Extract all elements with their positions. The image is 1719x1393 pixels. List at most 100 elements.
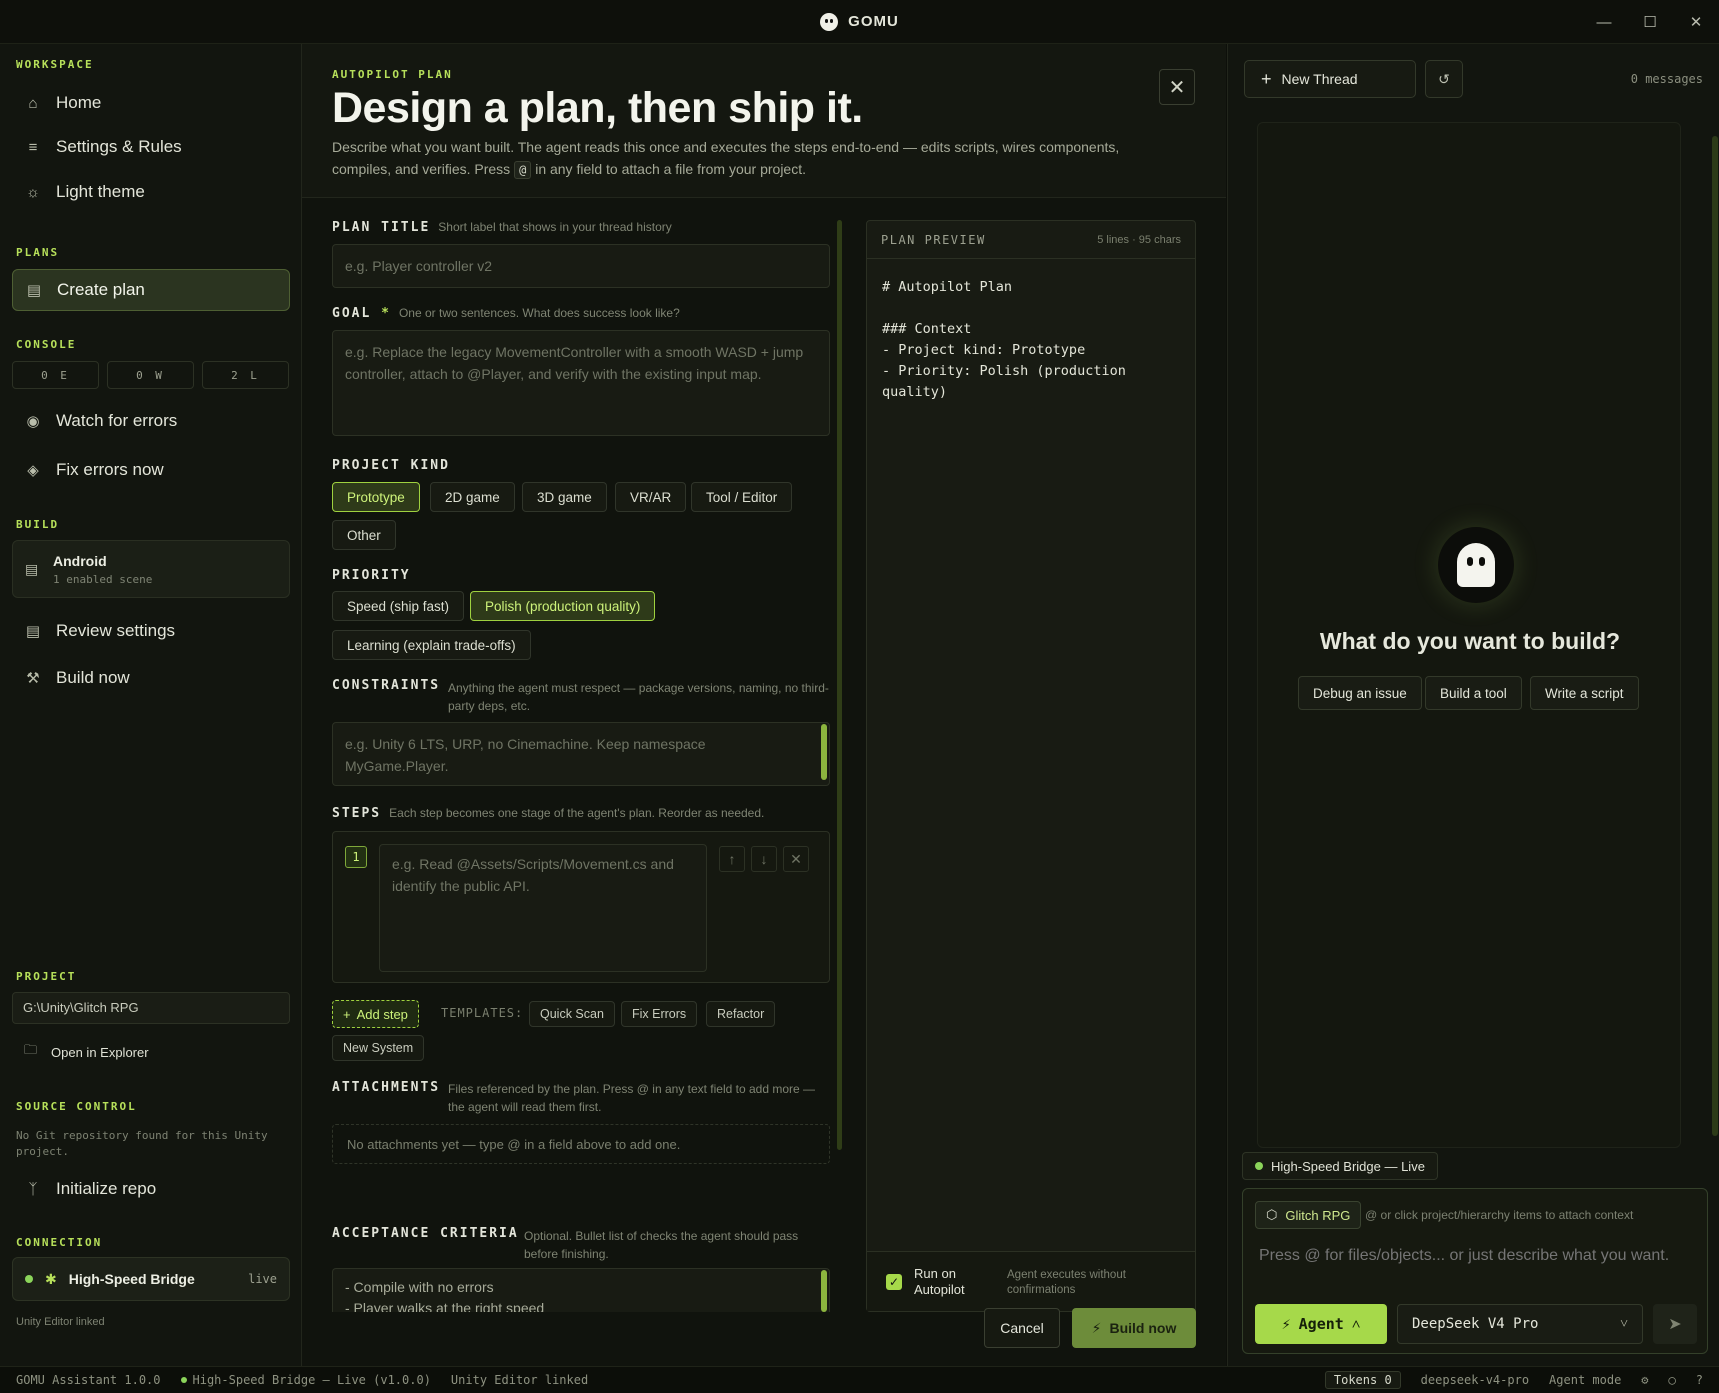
suggestion-debug[interactable]: Debug an issue bbox=[1298, 676, 1422, 710]
autopilot-checkbox[interactable]: ✓ bbox=[886, 1274, 902, 1290]
acceptance-textarea[interactable]: - Compile with no errors - Player walks … bbox=[332, 1268, 830, 1312]
sidebar-item-settings[interactable]: ≡ Settings & Rules bbox=[12, 126, 290, 168]
bridge-status-pill[interactable]: High-Speed Bridge — Live bbox=[1242, 1152, 1438, 1180]
build-now-button[interactable]: ⚡ Build now bbox=[1072, 1308, 1196, 1348]
git-branch-icon: ᛉ bbox=[28, 1180, 38, 1198]
template-fix-errors[interactable]: Fix Errors bbox=[621, 1001, 698, 1027]
attachments-label: ATTACHMENTS bbox=[332, 1080, 441, 1095]
plan-title-input[interactable]: e.g. Player controller v2 bbox=[332, 244, 830, 288]
send-icon[interactable]: ➤ bbox=[1653, 1304, 1697, 1344]
help-icon[interactable]: ? bbox=[1696, 1373, 1703, 1387]
close-icon[interactable]: ✕ bbox=[1673, 0, 1719, 44]
list-icon: ▤ bbox=[25, 623, 41, 640]
sidebar-item-home[interactable]: ⌂ Home bbox=[12, 82, 290, 124]
bolt-icon: ⚡ bbox=[1091, 1319, 1102, 1336]
kind-chip-vrar[interactable]: VR/AR bbox=[615, 482, 687, 512]
app-name: GOMU bbox=[848, 13, 899, 30]
initialize-repo-button[interactable]: ᛉ Initialize repo bbox=[12, 1168, 290, 1210]
sidebar-item-create-plan[interactable]: ▤ Create plan bbox=[12, 269, 290, 311]
console-errors-count[interactable]: 0 E bbox=[12, 361, 99, 389]
autopilot-label: Run on Autopilot bbox=[914, 1266, 965, 1297]
kind-chip-other[interactable]: Other bbox=[332, 520, 396, 550]
suggestion-build-tool[interactable]: Build a tool bbox=[1425, 676, 1522, 710]
step-textarea[interactable]: e.g. Read @Assets/Scripts/Movement.cs an… bbox=[379, 844, 707, 972]
plan-eyebrow: AUTOPILOT PLAN bbox=[332, 68, 453, 81]
sidebar-item-light-theme[interactable]: ☼ Light theme bbox=[12, 171, 290, 213]
status-editor: Unity Editor linked bbox=[450, 1373, 589, 1387]
minimize-icon[interactable]: — bbox=[1581, 0, 1627, 44]
goal-label: GOAL * One or two sentences. What does su… bbox=[332, 306, 680, 321]
project-path-field[interactable]: G:\Unity\Glitch RPG bbox=[12, 992, 290, 1024]
priority-chip-learning[interactable]: Learning (explain trade-offs) bbox=[332, 630, 531, 660]
suggestion-write-script[interactable]: Write a script bbox=[1530, 676, 1639, 710]
plus-icon: + bbox=[343, 1006, 351, 1022]
template-refactor[interactable]: Refactor bbox=[706, 1001, 776, 1027]
form-scrollbar[interactable] bbox=[837, 220, 842, 1150]
home-icon: ⌂ bbox=[28, 94, 38, 112]
acceptance-line: - Player walks at the right speed bbox=[345, 1300, 545, 1312]
goal-label-text: GOAL bbox=[332, 306, 372, 321]
sidebar-item-review-settings[interactable]: ▤ Review settings bbox=[12, 610, 290, 652]
page-title: Design a plan, then ship it. bbox=[332, 84, 863, 132]
status-bridge-label: High-Speed Bridge — Live (v1.0.0) bbox=[192, 1373, 431, 1387]
model-select[interactable]: DeepSeek V4 Pro ˅ bbox=[1397, 1304, 1643, 1344]
cancel-button[interactable]: Cancel bbox=[984, 1308, 1060, 1348]
server-icon: ▤ bbox=[25, 561, 39, 577]
chat-panel: + New Thread ↺ 0 messages What do you wa… bbox=[1227, 44, 1719, 1366]
history-icon[interactable]: ↺ bbox=[1425, 60, 1463, 98]
kind-chip-2d[interactable]: 2D game bbox=[430, 482, 515, 512]
connection-card[interactable]: ✱ High-Speed Bridge live bbox=[12, 1257, 290, 1301]
template-quick-scan[interactable]: Quick Scan bbox=[529, 1001, 615, 1027]
acceptance-scrollbar[interactable] bbox=[821, 1270, 827, 1312]
connection-state: live bbox=[248, 1272, 277, 1286]
kind-chip-tool[interactable]: Tool / Editor bbox=[691, 482, 793, 512]
build-now-label: Build now bbox=[1109, 1320, 1177, 1336]
steps-label-text: STEPS bbox=[332, 806, 382, 821]
preview-title: PLAN PREVIEW bbox=[881, 232, 986, 247]
goal-textarea[interactable]: e.g. Replace the legacy MovementControll… bbox=[332, 330, 830, 436]
console-warnings-count[interactable]: 0 W bbox=[107, 361, 194, 389]
kind-chip-3d[interactable]: 3D game bbox=[522, 482, 607, 512]
sidebar-item-fix-errors[interactable]: ◈ Fix errors now bbox=[12, 449, 290, 491]
new-thread-button[interactable]: + New Thread bbox=[1244, 60, 1416, 98]
eye-off-icon: ◉ bbox=[26, 413, 40, 430]
remove-step-icon[interactable]: ✕ bbox=[783, 846, 809, 872]
chat-input[interactable] bbox=[1259, 1241, 1699, 1271]
acceptance-label: ACCEPTANCE CRITERIA bbox=[332, 1226, 519, 1241]
status-bar: GOMU Assistant 1.0.0 High-Speed Bridge —… bbox=[0, 1366, 1719, 1393]
sidebar-item-label: Review settings bbox=[56, 621, 176, 640]
required-marker: * bbox=[381, 306, 391, 321]
plan-title-label-text: PLAN TITLE bbox=[332, 220, 431, 235]
priority-chip-polish[interactable]: Polish (production quality) bbox=[470, 591, 656, 621]
empty-state-title: What do you want to build? bbox=[1319, 628, 1621, 654]
kind-chip-prototype[interactable]: Prototype bbox=[332, 482, 420, 512]
add-step-label: Add step bbox=[356, 1006, 408, 1022]
sidebar-item-label: Light theme bbox=[56, 182, 145, 201]
build-target-card[interactable]: ▤ Android 1 enabled scene bbox=[12, 540, 290, 598]
gear-icon[interactable]: ⚙ bbox=[1641, 1373, 1648, 1387]
console-logs-count[interactable]: 2 L bbox=[202, 361, 289, 389]
context-chip[interactable]: ⬡ Glitch RPG bbox=[1255, 1201, 1362, 1229]
open-explorer-button[interactable]: 🗀 Open in Explorer bbox=[12, 1034, 149, 1070]
maximize-icon[interactable]: ☐ bbox=[1627, 0, 1673, 44]
sidebar-item-build-now[interactable]: ⚒ Build now bbox=[12, 657, 290, 699]
document-icon: ▤ bbox=[26, 282, 42, 299]
constraints-textarea[interactable]: e.g. Unity 6 LTS, URP, no Cinemachine. K… bbox=[332, 722, 830, 786]
close-plan-button[interactable]: ✕ bbox=[1159, 69, 1195, 105]
preview-meta: 5 lines · 95 chars bbox=[1097, 233, 1181, 246]
chat-scrollbar[interactable] bbox=[1712, 136, 1718, 1136]
project-label: PROJECT bbox=[16, 970, 77, 983]
context-chip-label: Glitch RPG bbox=[1285, 1207, 1351, 1223]
priority-chip-speed[interactable]: Speed (ship fast) bbox=[332, 591, 465, 621]
arrow-up-icon[interactable]: ↑ bbox=[719, 846, 745, 872]
lightbulb-icon[interactable]: ◯ bbox=[1669, 1373, 1676, 1387]
template-new-system[interactable]: New System bbox=[332, 1035, 425, 1061]
sidebar-item-watch-errors[interactable]: ◉ Watch for errors bbox=[12, 400, 290, 442]
attachments-hint: Files referenced by the plan. Press @ in… bbox=[448, 1082, 816, 1114]
constraints-scrollbar[interactable] bbox=[821, 724, 827, 780]
intro-text-b: in any field to attach a file from your … bbox=[535, 161, 807, 177]
add-step-button[interactable]: + Add step bbox=[332, 1000, 419, 1028]
arrow-down-icon[interactable]: ↓ bbox=[751, 846, 777, 872]
agent-mode-button[interactable]: ⚡ Agent ˄ bbox=[1255, 1304, 1387, 1344]
chevron-down-icon: ˅ bbox=[1620, 1315, 1628, 1332]
